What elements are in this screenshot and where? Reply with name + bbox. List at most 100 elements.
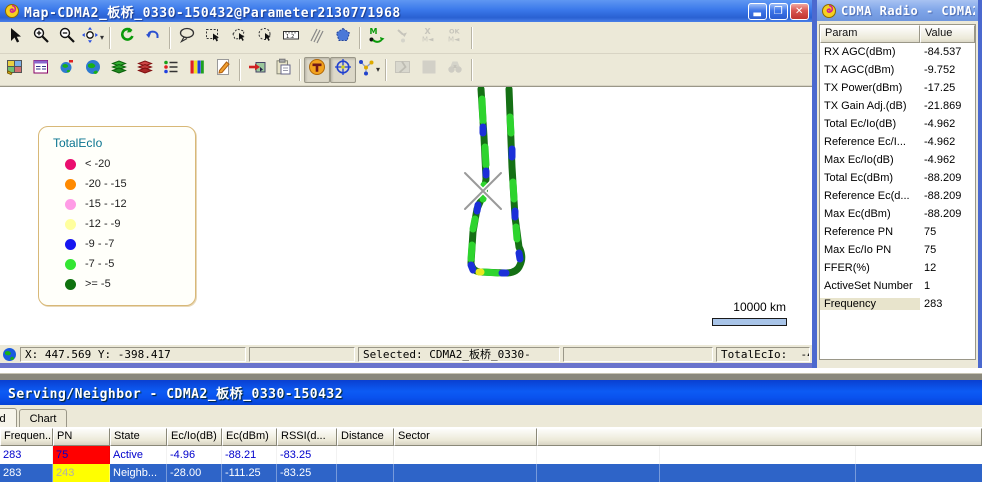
column-header-pn[interactable]: PN [53,428,110,446]
column-header-rssid[interactable]: RSSI(d... [277,428,337,446]
point-merge-icon [394,26,412,49]
param-row[interactable]: TX Power(dBm) -17.25 [820,79,975,97]
undo-button[interactable] [140,25,166,51]
param-name: Total Ec/Io(dB) [824,118,897,130]
param-row[interactable]: Frequency 283 [820,295,975,313]
param-row[interactable]: Total Ec/Io(dB) -4.962 [820,115,975,133]
column-header-eciodb[interactable]: Ec/Io(dB) [167,428,222,446]
column-header-frequen[interactable]: Frequen... [0,428,53,446]
radio-panel-titlebar[interactable]: CDMA Radio - CDMA2 [817,0,978,21]
globe-large-button[interactable] [80,57,106,83]
table-cell [537,446,660,464]
measure-lines-button[interactable] [304,25,330,51]
param-value: -4.962 [924,118,956,130]
lasso-select-button[interactable] [174,25,200,51]
maximize-button[interactable]: ❐ [769,2,788,20]
map-toolbar-row1: ▾ 1.2 M X M◄ OK M◄ [0,22,812,54]
region-select-button[interactable] [330,25,356,51]
tab-grid[interactable]: id [0,408,17,427]
pointer-tool-button[interactable] [2,25,28,51]
color-bars-button[interactable] [184,57,210,83]
svg-text:1.2: 1.2 [286,34,294,40]
param-name: ActiveSet Number [824,280,913,292]
param-row[interactable]: Reference Ec/I... -4.962 [820,133,975,151]
table-row[interactable]: 283 75 Active -4.96 -88.21 -83.25 [0,446,982,464]
zoom-out-button[interactable] [54,25,80,51]
layers-red-button[interactable] [132,57,158,83]
pan-zoom-button[interactable]: ▾ [80,25,106,51]
map-titlebar[interactable]: Map-CDMA2_板桥_0330-150432@Parameter213077… [0,0,812,22]
param-row[interactable]: Max Ec/Io(dB) -4.962 [820,151,975,169]
param-row[interactable]: RX AGC(dBm) -84.537 [820,43,975,61]
param-row[interactable]: Total Ec(dBm) -88.209 [820,169,975,187]
toolbar-separator [239,58,241,81]
param-row[interactable]: Max Ec(dBm) -88.209 [820,205,975,223]
point-merge-button [390,25,416,51]
signpost-button[interactable] [304,56,330,83]
route-marker-button[interactable]: M [364,25,390,51]
circle-select-button[interactable] [252,25,278,51]
column-header-ecdbm[interactable]: Ec(dBm) [222,428,277,446]
legend-list-icon [162,58,180,81]
param-value: -88.209 [924,208,962,220]
pan-zoom-dropdown-icon[interactable]: ▾ [100,33,105,42]
network-nodes-dropdown-icon[interactable]: ▾ [376,65,381,74]
binoculars-icon [446,58,464,81]
close-icon: ✕ [795,5,804,17]
param-name: Max Ec(dBm) [824,208,891,220]
polygon-select-button[interactable] [226,25,252,51]
param-row[interactable]: TX AGC(dBm) -9.752 [820,61,975,79]
column-header-filler [537,428,982,446]
param-row[interactable]: ActiveSet Number 1 [820,277,975,295]
image-adjust-button [390,57,416,83]
window-splitter[interactable] [0,373,982,380]
column-header-distance[interactable]: Distance [337,428,394,446]
table-row[interactable]: 283 243 Neighb... -28.00 -111.25 -83.25 [0,464,982,482]
legend-color-swatch [65,238,76,250]
tab-chart[interactable]: Chart [18,409,68,427]
serving-titlebar[interactable]: Serving/Neighbor - CDMA2_板桥_0330-150432 [0,380,982,405]
globe-small-button[interactable] [54,57,80,83]
legend-box: TotalEcIo < -20 -20 - -15 -15 - -12 -12 - -… [38,126,196,306]
svg-text:M◄: M◄ [448,36,460,44]
param-header[interactable]: Param [820,25,920,43]
column-header-state[interactable]: State [110,428,167,446]
layers-green-button[interactable] [106,57,132,83]
column-header-sector[interactable]: Sector [394,428,537,446]
legend-list-button[interactable] [158,57,184,83]
route-marker-icon: M [368,26,386,49]
tile-map-button[interactable] [2,57,28,83]
radio-panel-title: CDMA Radio - CDMA2 [841,3,975,18]
table-cell: -88.21 [222,446,277,464]
param-value: -88.209 [924,172,962,184]
param-value: -9.752 [924,64,956,76]
param-row[interactable]: FFER(%) 12 [820,259,975,277]
table-cell: -83.25 [277,464,337,482]
edit-annotation-button[interactable] [210,57,236,83]
map-canvas[interactable]: TotalEcIo < -20 -20 - -15 -15 - -12 -12 - -… [0,86,812,345]
table-cell: -111.25 [222,464,277,482]
minimize-button[interactable]: ▬ [748,2,767,20]
map-statusbar: X: 447.569 Y: -398.417 Selected: CDMA2_板… [0,345,812,363]
close-button[interactable]: ✕ [790,2,809,20]
layer-manager-button[interactable] [28,57,54,83]
param-row[interactable]: Max Ec/Io PN 75 [820,241,975,259]
pn-cell: 243 [53,464,110,482]
rect-select-button[interactable] [200,25,226,51]
paste-button[interactable] [270,57,296,83]
zoom-in-button[interactable] [28,25,54,51]
globe-small-icon [58,58,76,81]
value-header[interactable]: Value [920,25,975,43]
network-nodes-button[interactable]: ▾ [356,57,382,83]
crosshair-button[interactable] [330,56,356,83]
table-cell: 283 [0,464,53,482]
param-row[interactable]: Reference Ec(d... -88.209 [820,187,975,205]
param-value: -84.537 [924,46,962,58]
export-image-button[interactable] [244,57,270,83]
legend-item-label: -20 - -15 [85,178,127,190]
measure-ruler-button[interactable]: 1.2 [278,25,304,51]
param-row[interactable]: Reference PN 75 [820,223,975,241]
refresh-button[interactable] [114,25,140,51]
svg-text:M◄: M◄ [422,36,434,44]
param-row[interactable]: TX Gain Adj.(dB) -21.869 [820,97,975,115]
